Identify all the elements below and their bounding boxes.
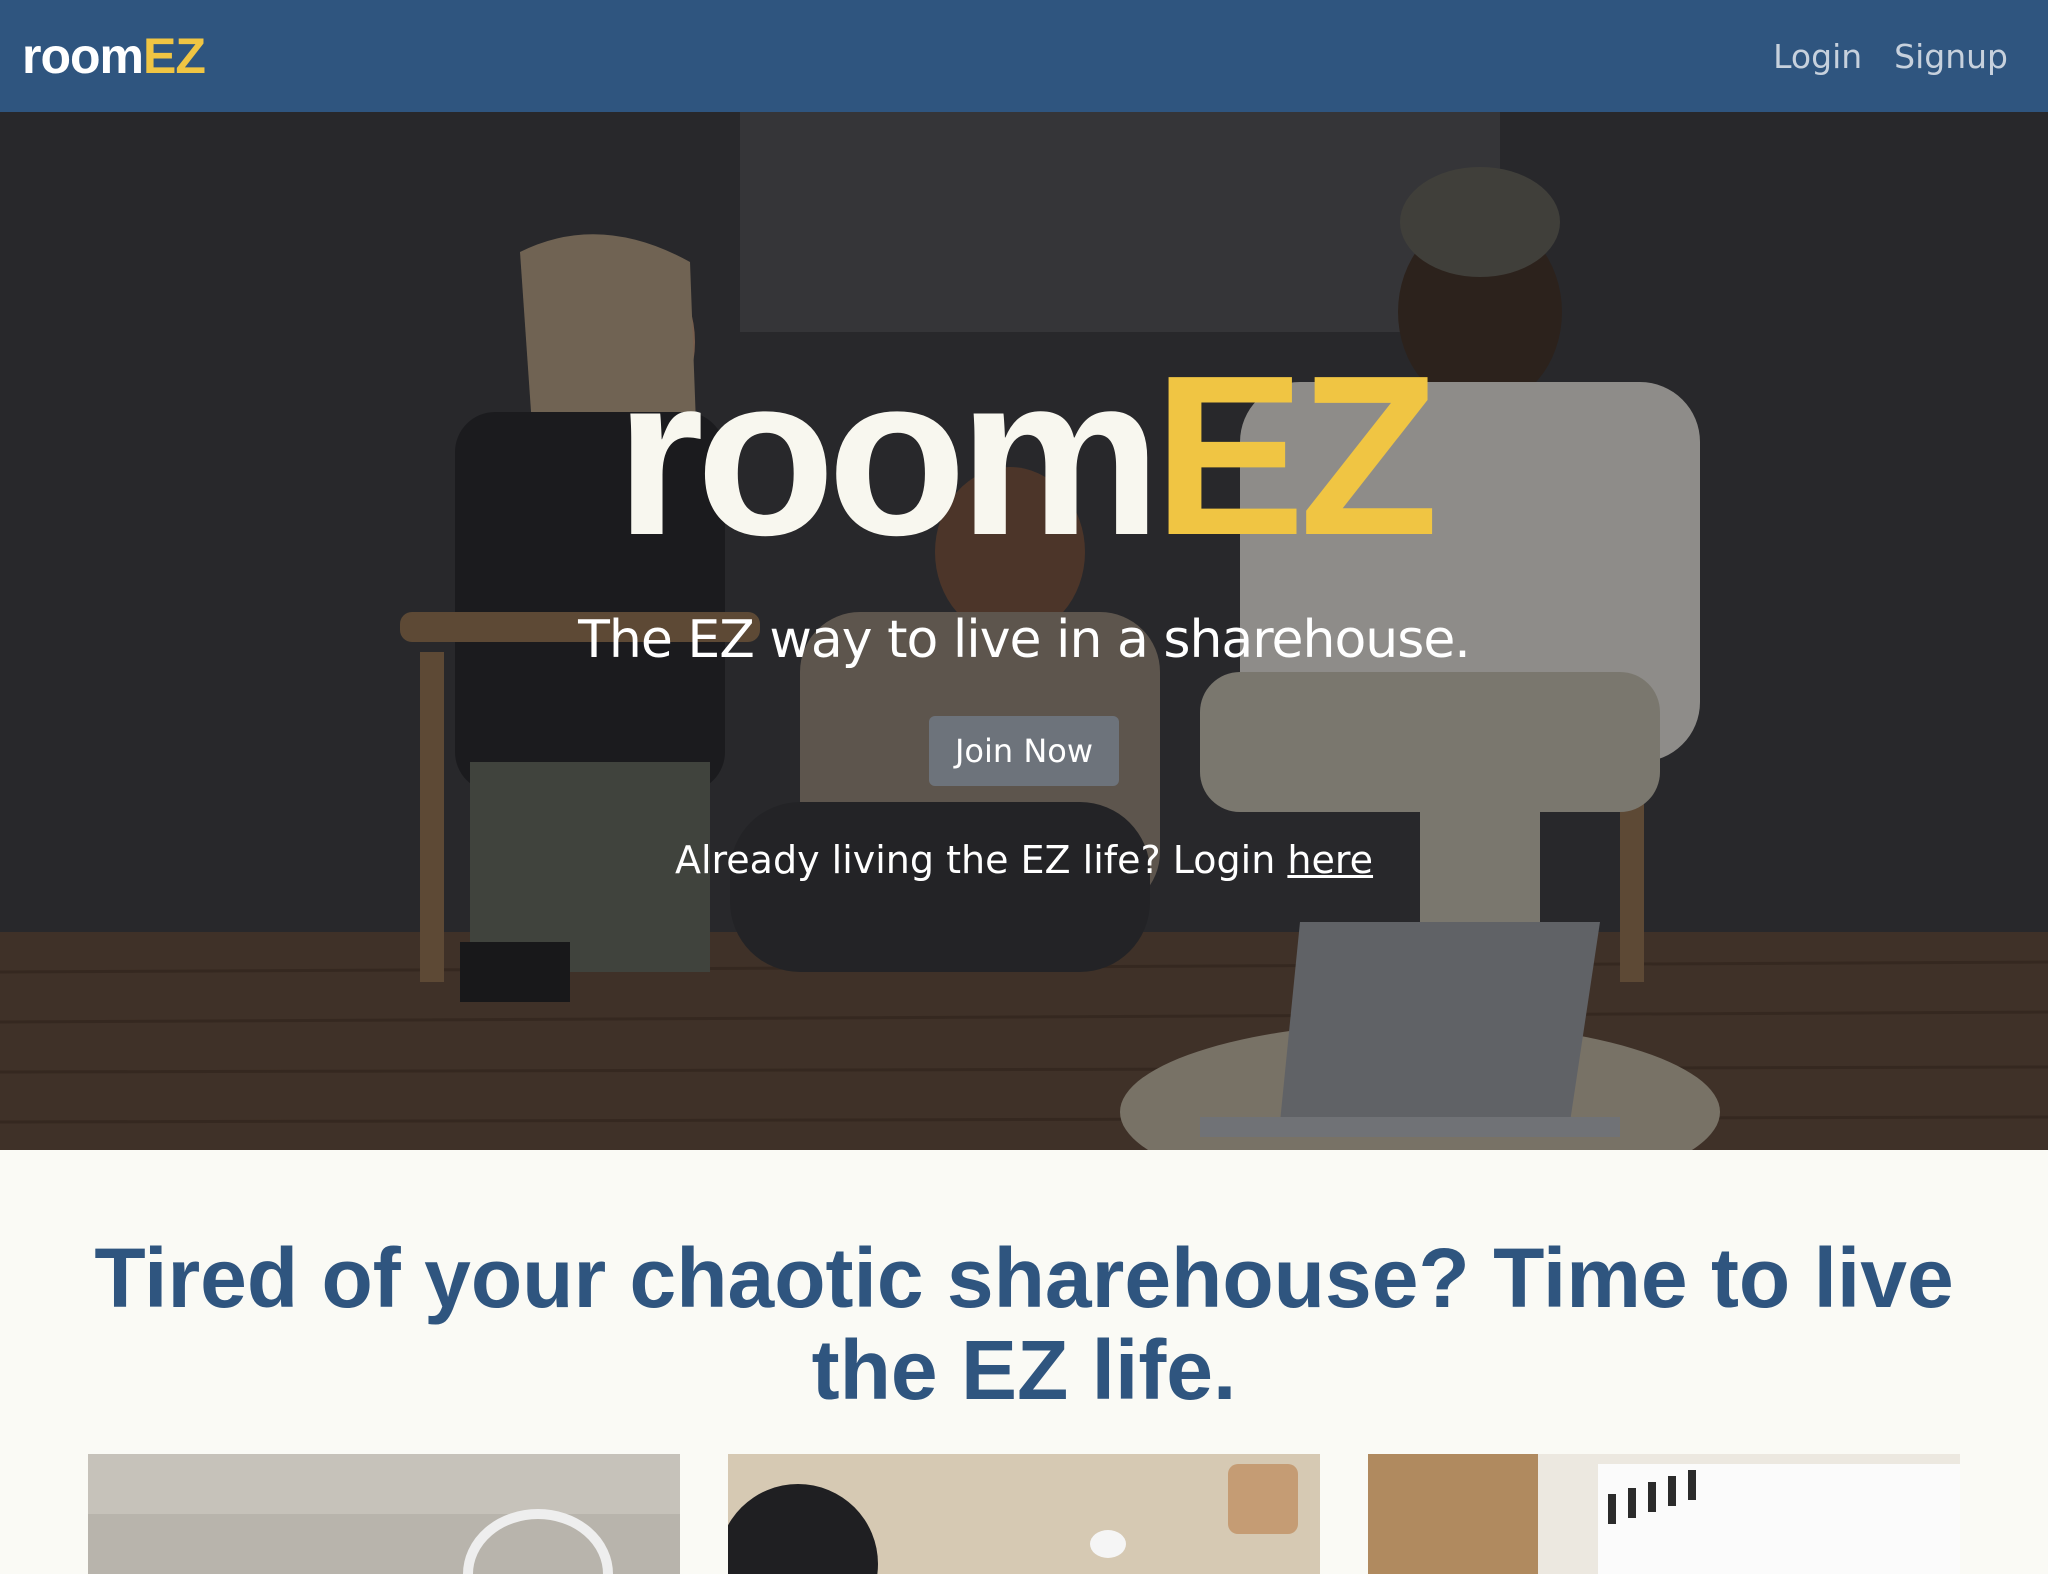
join-now-button[interactable]: Join Now [928, 716, 1120, 786]
brand-logo-room: room [22, 28, 144, 84]
hero-content: room EZ The EZ way to live in a sharehous… [0, 112, 2048, 1150]
login-here-link[interactable]: here [1287, 838, 1373, 882]
top-navbar: room EZ Login Signup [0, 0, 2048, 112]
brand-logo[interactable]: room EZ [22, 27, 206, 85]
hero-logo: room EZ [615, 329, 1438, 583]
nav-links: Login Signup [1773, 37, 2008, 76]
feature-card-image-1 [88, 1454, 680, 1574]
login-prompt-text: Already living the EZ life? Login [674, 838, 1276, 882]
feature-card-image-3 [1368, 1454, 1960, 1574]
hero-logo-ez: EZ [1153, 329, 1438, 583]
feature-card-image-2 [728, 1454, 1320, 1574]
hero-tagline: The EZ way to live in a sharehouse. [578, 610, 1471, 670]
hero-logo-room: room [615, 329, 1161, 583]
hero-section: room EZ The EZ way to live in a sharehous… [0, 112, 2048, 1150]
nav-login-link[interactable]: Login [1773, 37, 1862, 76]
login-prompt: Already living the EZ life? Login here [675, 838, 1373, 882]
brand-logo-ez: EZ [143, 28, 206, 84]
section-title: Tired of your chaotic sharehouse? Time t… [94, 1231, 1954, 1417]
nav-signup-link[interactable]: Signup [1894, 37, 2008, 76]
feature-cards [88, 1454, 1960, 1574]
